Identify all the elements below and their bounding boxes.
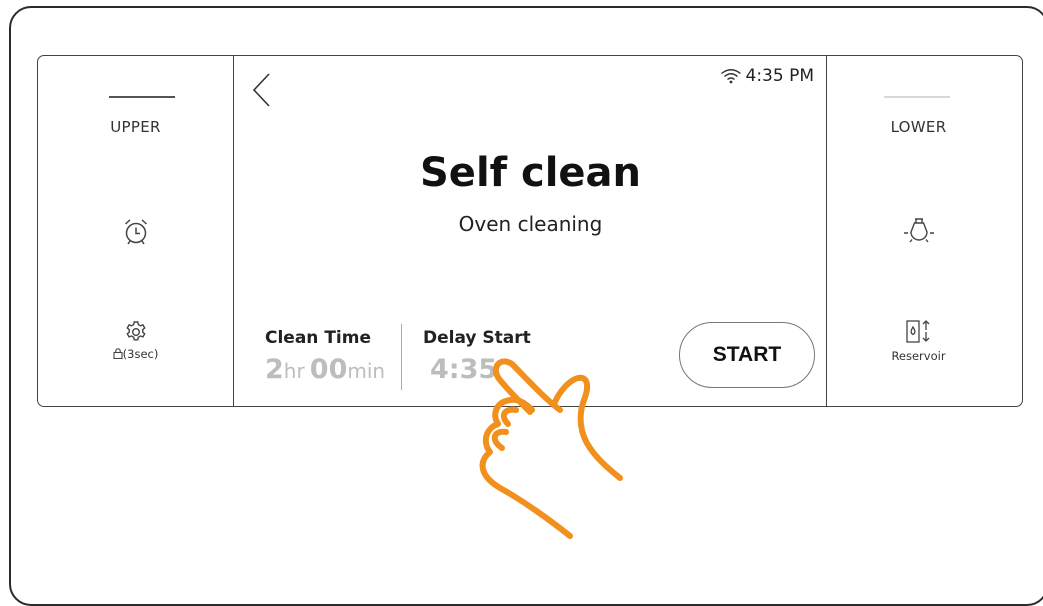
clean-time-label: Clean Time — [265, 328, 371, 348]
page-title: Self clean — [420, 150, 641, 196]
left-divider — [233, 55, 234, 407]
lower-inactive-indicator — [884, 96, 950, 98]
oven-light-icon[interactable] — [821, 216, 1016, 250]
upper-active-indicator — [109, 96, 175, 98]
wifi-icon — [720, 69, 741, 84]
clean-time-minutes-unit: min — [347, 359, 386, 383]
page-subtitle: Oven cleaning — [458, 212, 603, 236]
clean-time-hours: 2 — [265, 354, 284, 385]
back-button[interactable] — [249, 72, 275, 108]
clean-time-setting[interactable]: Clean Time 2hr 00min — [265, 328, 385, 385]
alarm-clock-icon[interactable] — [38, 216, 233, 250]
upper-cavity-label: UPPER — [110, 118, 161, 136]
gear-icon[interactable] — [38, 320, 233, 348]
lower-cavity-label: LOWER — [890, 118, 947, 136]
left-panel: UPPER (3sec) — [38, 56, 233, 406]
lock-hint: (3sec) — [38, 347, 233, 361]
start-button[interactable]: START — [679, 322, 815, 388]
chevron-left-icon — [252, 73, 270, 107]
lock-icon — [113, 348, 123, 360]
clean-time-hours-unit: hr — [283, 359, 305, 383]
clean-time-minutes: 00 — [309, 354, 348, 385]
clean-time-value: 2hr 00min — [265, 354, 385, 385]
reservoir-label: Reservoir — [891, 349, 946, 363]
clock-time: 4:35 PM — [745, 66, 815, 86]
tap-hand-icon — [460, 350, 660, 554]
delay-start-label: Delay Start — [423, 328, 531, 348]
water-reservoir-icon[interactable] — [821, 318, 1016, 350]
status-bar: 4:35 PM — [720, 66, 815, 86]
lock-hint-text: (3sec) — [122, 347, 159, 361]
right-panel: LOWER Reservoir — [827, 56, 1022, 406]
settings-separator — [401, 324, 402, 390]
